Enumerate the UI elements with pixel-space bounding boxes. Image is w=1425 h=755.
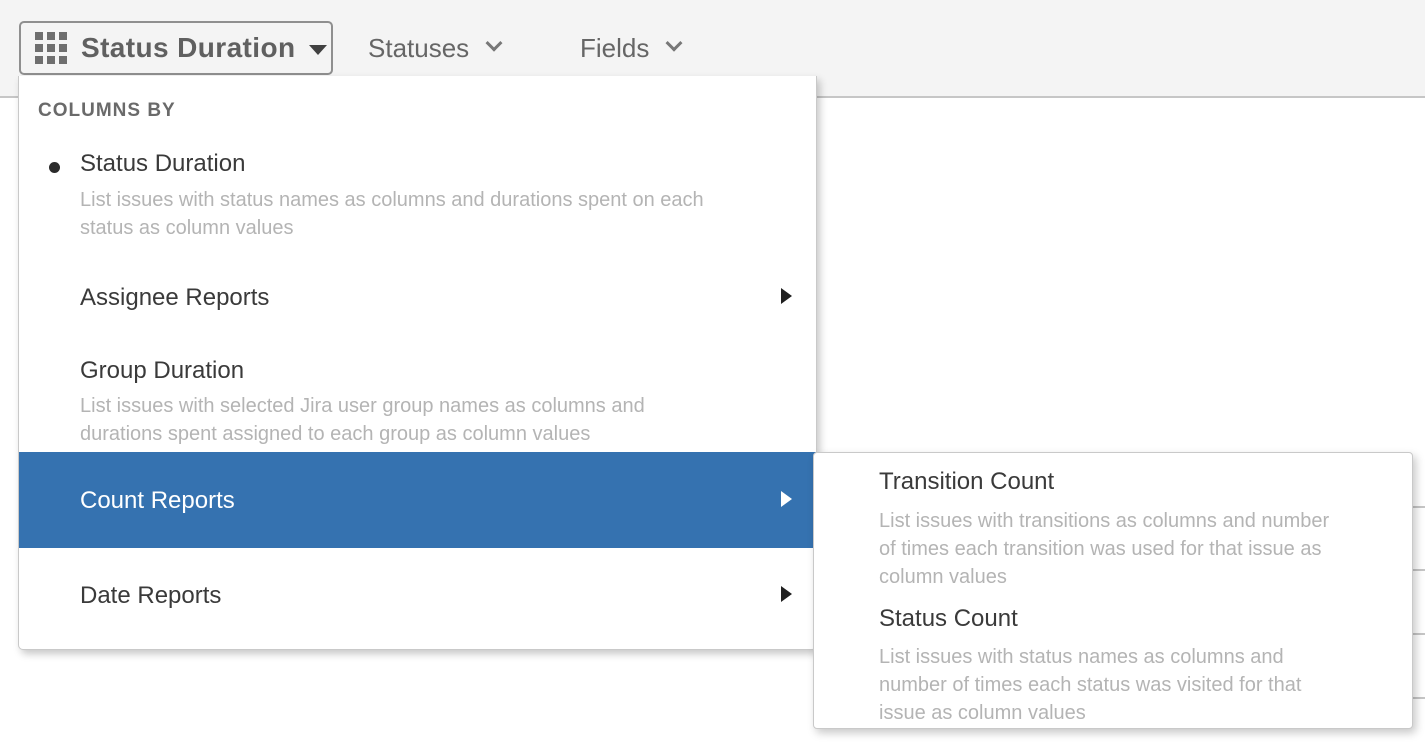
menu-item-count-reports-label: Count Reports [80, 487, 235, 515]
menu-item-group-duration[interactable]: Group Duration [80, 357, 244, 385]
toolbar-menu-fields-label: Fields [580, 33, 649, 64]
menu-item-status-duration-description: List issues with status names as columns… [80, 186, 730, 242]
submenu-item-transition-count[interactable]: Transition Count [879, 468, 1054, 496]
menu-item-count-reports[interactable]: Count Reports [19, 452, 816, 548]
report-picker-button[interactable]: Status Duration [19, 21, 333, 75]
submenu-arrow-icon [781, 491, 792, 507]
table-row-border [1411, 633, 1425, 635]
selected-bullet-icon [49, 162, 60, 173]
chevron-down-icon [486, 35, 503, 52]
caret-down-icon [309, 45, 327, 55]
dropdown-section-header: COLUMNS BY [38, 100, 176, 122]
screen: Status Duration Statuses Fields COLUMNS … [0, 0, 1425, 755]
menu-item-group-duration-description: List issues with selected Jira user grou… [80, 392, 730, 448]
submenu-arrow-icon [781, 586, 792, 602]
columns-by-dropdown: COLUMNS BY Status Duration List issues w… [18, 76, 817, 650]
table-row-border [1411, 697, 1425, 699]
submenu-arrow-icon [781, 288, 792, 304]
table-row-border [1411, 506, 1425, 508]
submenu-item-transition-count-description: List issues with transitions as columns … [879, 507, 1344, 591]
submenu-item-status-count[interactable]: Status Count [879, 605, 1018, 633]
submenu-item-status-count-description: List issues with status names as columns… [879, 643, 1344, 727]
report-picker-label: Status Duration [81, 32, 295, 64]
table-row-border [1411, 569, 1425, 571]
count-reports-submenu: Transition Count List issues with transi… [813, 452, 1413, 729]
chevron-down-icon [666, 35, 683, 52]
grid-icon [35, 32, 67, 64]
menu-item-assignee-reports[interactable]: Assignee Reports [80, 284, 269, 312]
menu-item-status-duration[interactable]: Status Duration [80, 150, 245, 178]
toolbar-menu-statuses-label: Statuses [368, 33, 469, 64]
menu-item-date-reports[interactable]: Date Reports [80, 582, 221, 610]
